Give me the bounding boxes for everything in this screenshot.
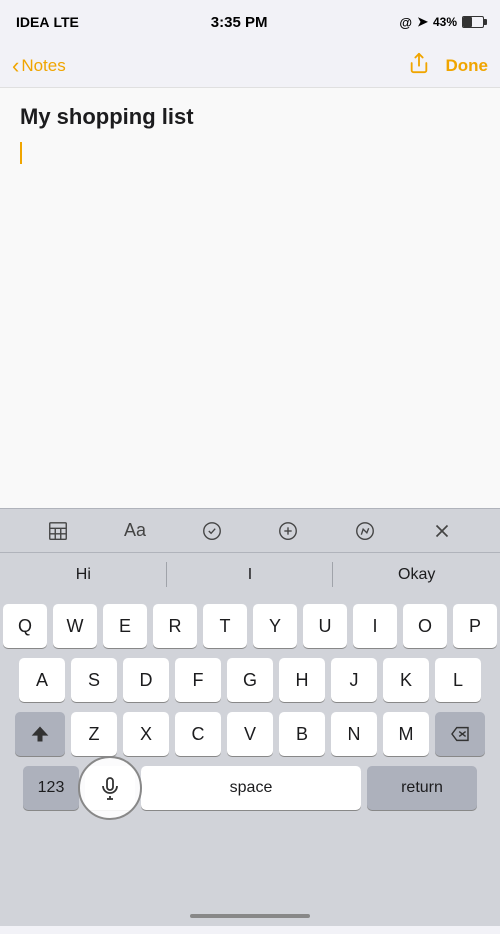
at-icon: @ xyxy=(399,15,412,30)
key-row-2: A S D F G H J K L xyxy=(3,658,497,702)
key-a[interactable]: A xyxy=(19,658,65,702)
home-bar xyxy=(190,914,310,918)
status-icons: @ ➤ 43% xyxy=(399,14,484,30)
key-j[interactable]: J xyxy=(331,658,377,702)
autocorrect-item-1[interactable]: Hi xyxy=(0,553,167,596)
key-i[interactable]: I xyxy=(353,604,397,648)
done-button[interactable]: Done xyxy=(446,56,489,76)
key-d[interactable]: D xyxy=(123,658,169,702)
autocorrect-item-3[interactable]: Okay xyxy=(333,553,500,596)
note-title: My shopping list xyxy=(20,104,480,130)
key-g[interactable]: G xyxy=(227,658,273,702)
chevron-left-icon: ‹ xyxy=(12,55,19,77)
key-e[interactable]: E xyxy=(103,604,147,648)
key-y[interactable]: Y xyxy=(253,604,297,648)
checklist-button[interactable] xyxy=(194,513,230,549)
home-indicator xyxy=(0,906,500,926)
numbers-key[interactable]: 123 xyxy=(23,766,79,810)
microphone-icon xyxy=(98,776,122,800)
text-cursor xyxy=(20,142,22,164)
return-key[interactable]: return xyxy=(367,766,477,810)
back-label: Notes xyxy=(21,56,65,76)
key-p[interactable]: P xyxy=(453,604,497,648)
autocorrect-item-2[interactable]: I xyxy=(167,553,334,596)
format-text-icon: Aa xyxy=(124,520,146,541)
key-w[interactable]: W xyxy=(53,604,97,648)
key-o[interactable]: O xyxy=(403,604,447,648)
key-n[interactable]: N xyxy=(331,712,377,756)
keyboard: Q W E R T Y U I O P A S D F G H J K L Z … xyxy=(0,596,500,906)
microphone-key[interactable] xyxy=(85,766,135,810)
note-content-area[interactable]: My shopping list xyxy=(0,88,500,508)
format-button[interactable]: Aa xyxy=(117,513,153,549)
key-t[interactable]: T xyxy=(203,604,247,648)
note-cursor-line xyxy=(20,142,480,169)
key-z[interactable]: Z xyxy=(71,712,117,756)
network-label: LTE xyxy=(53,14,78,30)
time-display: 3:35 PM xyxy=(211,14,268,31)
key-row-4: 123 space return xyxy=(3,766,497,810)
key-f[interactable]: F xyxy=(175,658,221,702)
nav-bar: ‹ Notes Done xyxy=(0,44,500,88)
mic-circle-highlight xyxy=(78,756,142,820)
key-u[interactable]: U xyxy=(303,604,347,648)
space-key[interactable]: space xyxy=(141,766,361,810)
carrier-label: IDEA xyxy=(16,14,49,30)
autocorrect-bar: Hi I Okay xyxy=(0,552,500,596)
delete-key[interactable] xyxy=(435,712,485,756)
carrier-info: IDEA LTE xyxy=(16,14,79,30)
status-bar: IDEA LTE 3:35 PM @ ➤ 43% xyxy=(0,0,500,44)
key-c[interactable]: C xyxy=(175,712,221,756)
key-m[interactable]: M xyxy=(383,712,429,756)
key-h[interactable]: H xyxy=(279,658,325,702)
location-arrow-icon: ➤ xyxy=(417,14,428,30)
markup-button[interactable] xyxy=(347,513,383,549)
key-b[interactable]: B xyxy=(279,712,325,756)
key-s[interactable]: S xyxy=(71,658,117,702)
table-button[interactable] xyxy=(40,513,76,549)
key-row-1: Q W E R T Y U I O P xyxy=(3,604,497,648)
keyboard-toolbar: Aa xyxy=(0,508,500,552)
key-v[interactable]: V xyxy=(227,712,273,756)
key-l[interactable]: L xyxy=(435,658,481,702)
share-button[interactable] xyxy=(408,52,430,80)
add-button[interactable] xyxy=(270,513,306,549)
battery-icon xyxy=(462,16,484,28)
key-x[interactable]: X xyxy=(123,712,169,756)
key-q[interactable]: Q xyxy=(3,604,47,648)
nav-actions: Done xyxy=(408,52,489,80)
close-keyboard-button[interactable] xyxy=(424,513,460,549)
shift-key[interactable] xyxy=(15,712,65,756)
key-r[interactable]: R xyxy=(153,604,197,648)
key-row-3: Z X C V B N M xyxy=(3,712,497,756)
back-button[interactable]: ‹ Notes xyxy=(12,55,66,77)
battery-percentage: 43% xyxy=(433,15,457,29)
key-k[interactable]: K xyxy=(383,658,429,702)
